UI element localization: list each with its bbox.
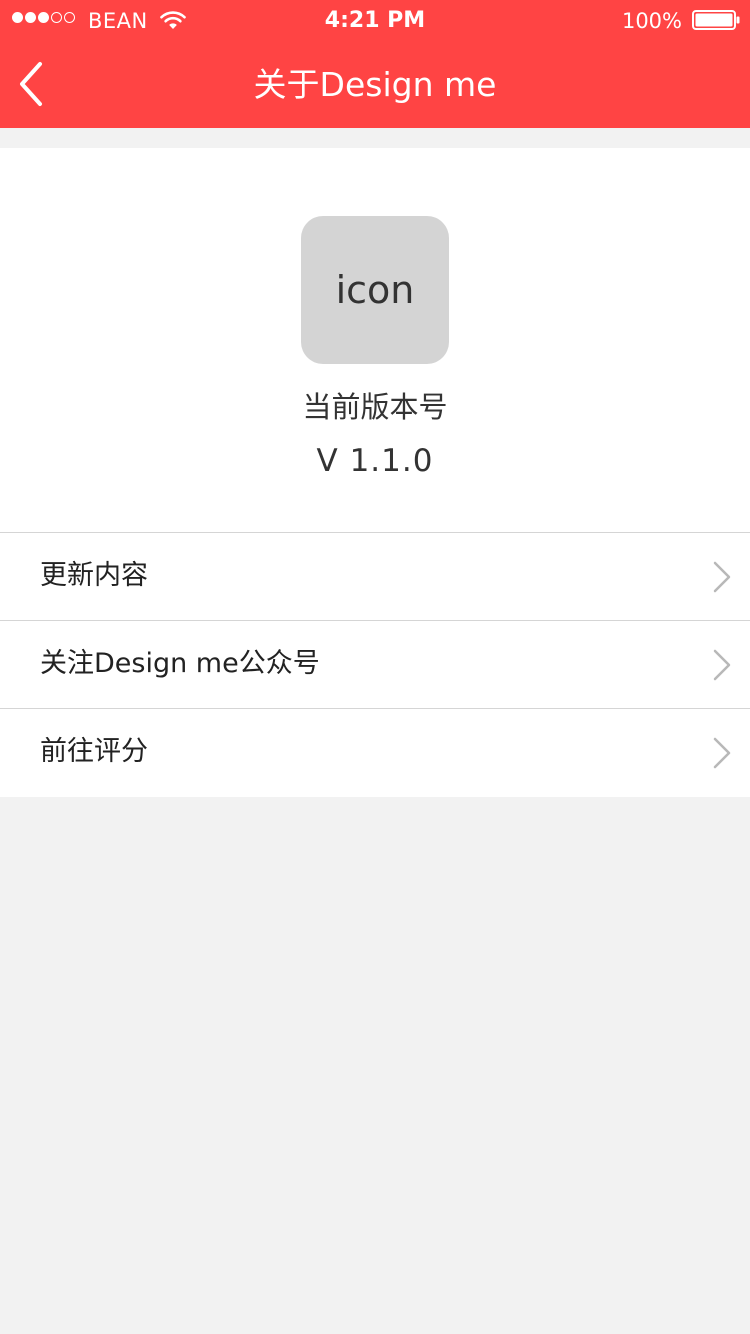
menu-item-label: 更新内容 [40, 560, 148, 591]
navigation-bar: 关于Design me [0, 40, 750, 128]
menu-item-label: 前往评分 [40, 736, 148, 767]
chevron-right-icon [713, 561, 731, 593]
chevron-right-icon [713, 649, 731, 681]
battery-icon [692, 10, 740, 30]
app-icon-placeholder: icon [301, 216, 449, 364]
menu-item-label: 关注Design me公众号 [40, 648, 320, 679]
back-button[interactable] [10, 56, 54, 112]
app-icon-label: icon [335, 268, 415, 312]
menu-item-rate-app[interactable]: 前往评分 [0, 709, 750, 797]
version-label: 当前版本号 [302, 390, 448, 424]
page-title: 关于Design me [253, 65, 497, 104]
version-number: V 1.1.0 [316, 443, 434, 479]
chevron-right-icon [713, 737, 731, 769]
battery-percentage: 100% [621, 9, 682, 33]
menu-item-update-notes[interactable]: 更新内容 [0, 533, 750, 621]
app-header: BEAN 4:21 PM 100% 关于Design me [0, 0, 750, 128]
chevron-left-icon [20, 62, 42, 106]
app-info-section: icon 当前版本号 V 1.1.0 [0, 148, 750, 532]
menu-item-follow-official-account[interactable]: 关注Design me公众号 [0, 621, 750, 709]
settings-menu: 更新内容 关注Design me公众号 前往评分 [0, 532, 750, 797]
status-bar: BEAN 4:21 PM 100% [0, 0, 750, 40]
